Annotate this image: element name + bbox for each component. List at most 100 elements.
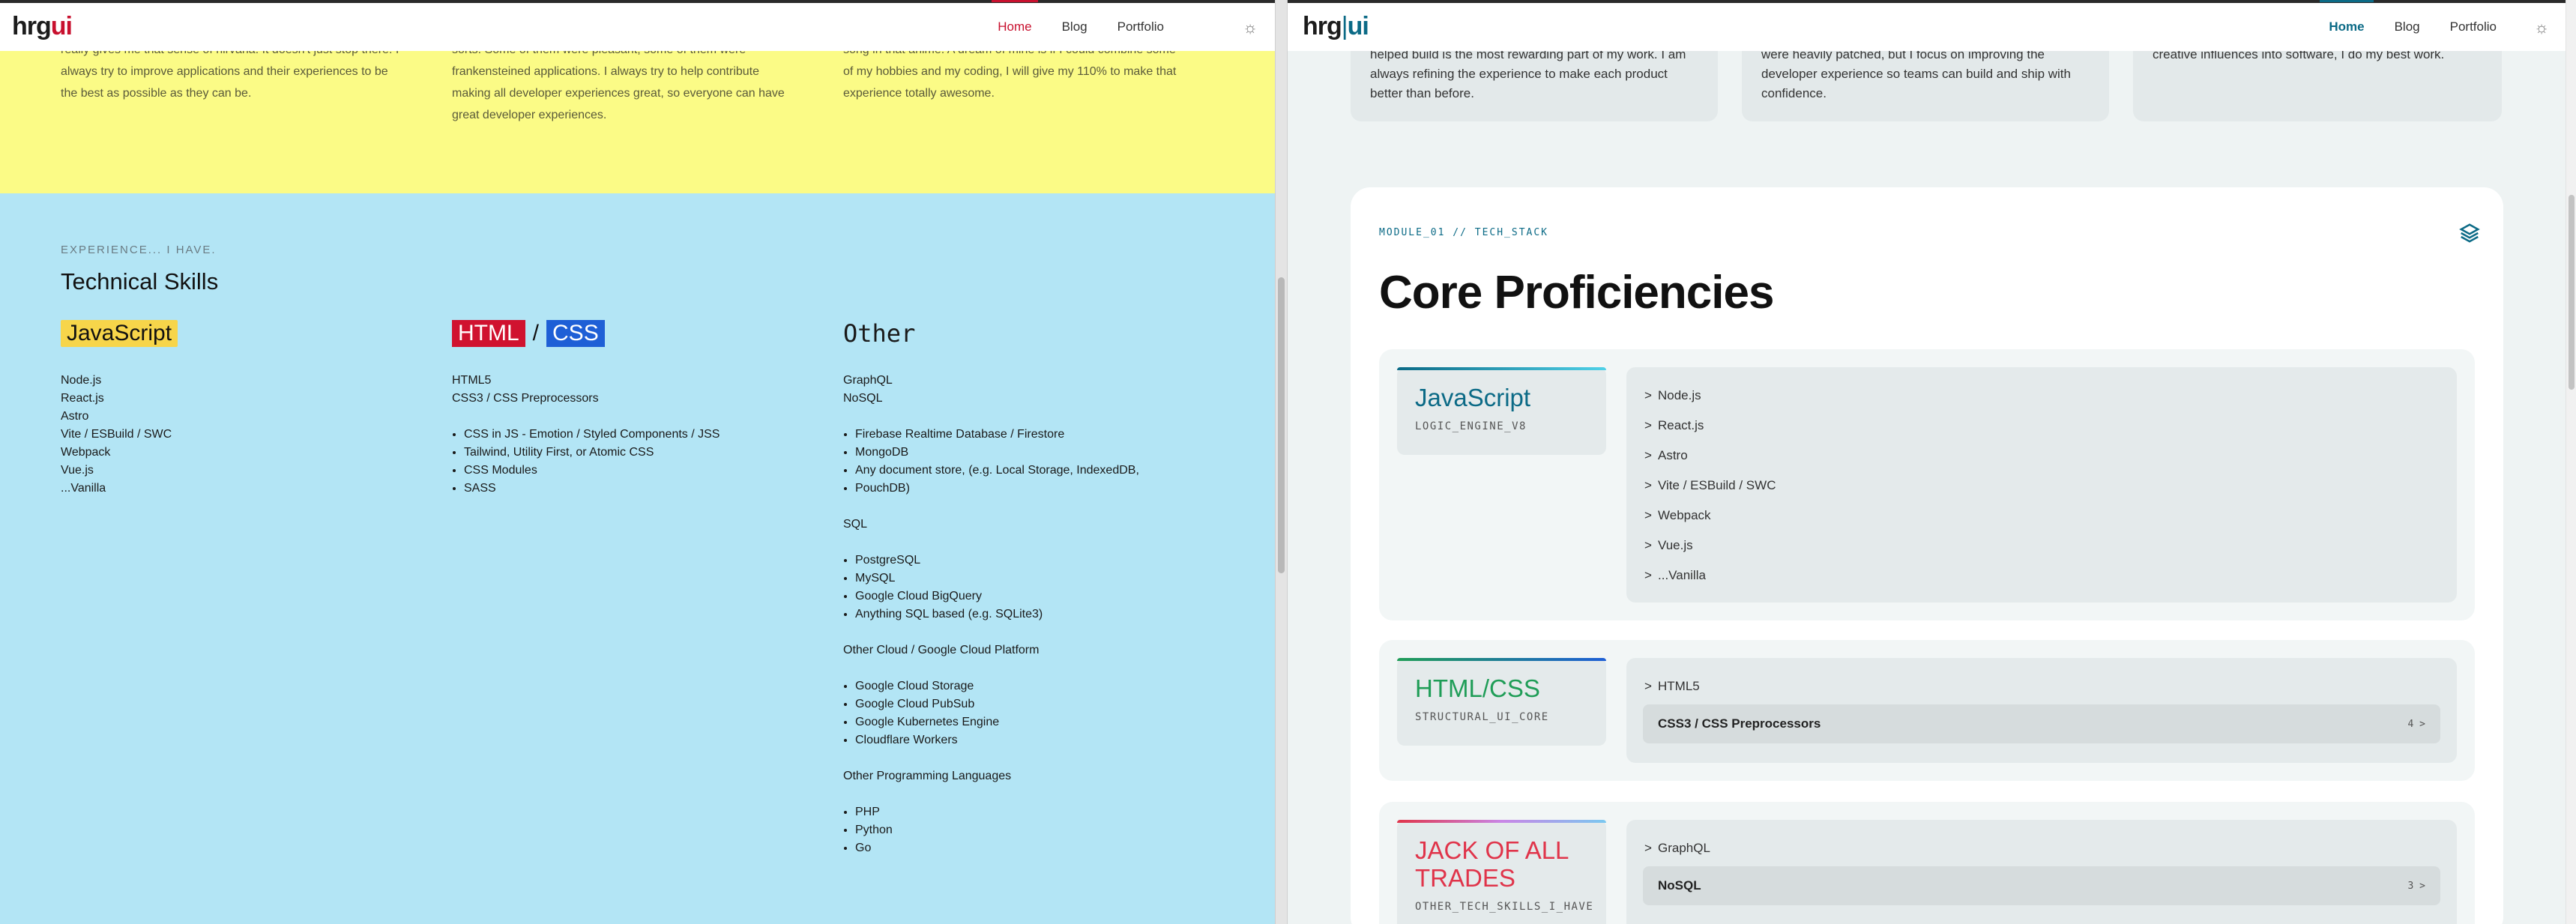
right-browser-pane: helped build is the most rewarding part … [1288, 0, 2576, 924]
nav-links: Home Blog Portfolio [2320, 0, 2497, 34]
list-item: NoSQL [843, 392, 883, 405]
list-item: Google Cloud Storage [855, 677, 1139, 695]
right-scrollbar[interactable] [2566, 0, 2576, 924]
css-badge: CSS [546, 320, 605, 347]
cloud-label: Other Cloud / Google Cloud Platform [843, 644, 1040, 656]
skill-code: OTHER_TECH_SKILLS_I_HAVE [1415, 901, 1594, 913]
site-logo[interactable]: hrgui [12, 12, 73, 41]
list-item: Any document store, (e.g. Local Storage,… [855, 462, 1139, 480]
chevron-right-icon: > [1644, 679, 1652, 693]
html-badge: HTML [452, 320, 525, 347]
left-browser-pane: really gives me that sense of nirvana. I… [0, 0, 1275, 924]
sql-sublist: PostgreSQL MySQL Google Cloud BigQuery A… [843, 552, 1139, 623]
htmlcss-list: HTML5 CSS3 / CSS Preprocessors [452, 372, 720, 408]
list-item: PostgreSQL [855, 552, 1139, 570]
list-item: CSS Modules [464, 462, 720, 480]
nav-portfolio[interactable]: Portfolio [2450, 19, 2497, 34]
htmlcss-column: HTML / CSS HTML5 CSS3 / CSS Preprocessor… [452, 313, 720, 516]
nav-portfolio[interactable]: Portfolio [1117, 19, 1164, 34]
chevron-right-icon: > [1644, 841, 1652, 855]
list-item: Astro [61, 410, 89, 423]
logo-text: hrg [1303, 12, 1342, 40]
other-column: Other GraphQL NoSQL Firebase Realtime Da… [843, 313, 1139, 875]
skill-label-card: HTML/CSS STRUCTURAL_UI_CORE [1397, 658, 1606, 746]
tech-stack-module: MODULE_01 // TECH_STACK Core Proficienci… [1351, 187, 2503, 924]
top-navbar: hrg|ui Home Blog Portfolio ☼ [1288, 0, 2566, 51]
js-column: JavaScript Node.js React.js Astro Vite /… [61, 313, 178, 498]
list-item: GraphQL [843, 374, 893, 387]
nav-home[interactable]: Home [2320, 0, 2374, 34]
list-item: Tailwind, Utility First, or Atomic CSS [464, 444, 720, 462]
site-logo[interactable]: hrg|ui [1303, 12, 1369, 41]
expand-label: NoSQL [1658, 878, 1701, 893]
scrollbar-thumb[interactable] [1278, 277, 1285, 573]
list-item: ...Vanilla [61, 482, 106, 495]
list-item: Google Cloud BigQuery [855, 588, 1139, 606]
chevron-right-icon: > [1644, 508, 1652, 522]
list-item: SASS [464, 480, 720, 498]
list-item: > HTML5 [1644, 671, 2439, 701]
chevron-right-icon: > [1644, 418, 1652, 432]
list-item: Anything SQL based (e.g. SQLite3) [855, 606, 1139, 623]
expand-count: 3 > [2407, 880, 2425, 892]
list-item: > Vue.js [1644, 531, 2439, 561]
other-list: GraphQL NoSQL [843, 372, 1139, 408]
skill-row-other: JACK OF ALL TRADES OTHER_TECH_SKILLS_I_H… [1379, 802, 2475, 924]
section-title: Technical Skills [61, 268, 219, 295]
list-item: Webpack [61, 446, 111, 459]
pane-divider-scrollbar[interactable] [1275, 0, 1288, 924]
list-item: MySQL [855, 570, 1139, 588]
skill-code: LOGIC_ENGINE_V8 [1415, 420, 1527, 432]
expand-row-nosql[interactable]: NoSQL 3 > [1643, 866, 2440, 905]
list-item: Vite / ESBuild / SWC [61, 428, 172, 441]
nosql-sublist: Firebase Realtime Database / Firestore M… [843, 426, 1139, 498]
list-item: > GraphQL [1644, 833, 2439, 863]
list-item: Go [855, 839, 1139, 857]
section-eyebrow: EXPERIENCE... I HAVE. [61, 244, 217, 256]
theme-toggle-icon[interactable]: ☼ [1243, 18, 1258, 37]
expand-row-css-preprocessors[interactable]: CSS3 / CSS Preprocessors 4 > [1643, 704, 2440, 743]
list-item: MongoDB [855, 444, 1139, 462]
list-item: HTML5 [452, 374, 492, 387]
skill-label-card: JACK OF ALL TRADES OTHER_TECH_SKILLS_I_H… [1397, 820, 1606, 924]
list-item: PouchDB) [855, 480, 1139, 498]
languages-sublist: PHP Python Go [843, 803, 1139, 857]
chevron-right-icon: > [1644, 448, 1652, 462]
expand-count: 4 > [2407, 718, 2425, 730]
chevron-right-icon: > [1644, 388, 1652, 402]
layers-icon[interactable] [2458, 222, 2481, 244]
module-title: Core Proficiencies [1379, 267, 1774, 318]
scrollbar-thumb[interactable] [2569, 195, 2575, 390]
nav-home[interactable]: Home [992, 0, 1039, 34]
list-item: React.js [61, 392, 104, 405]
list-item: Node.js [61, 374, 102, 387]
nav-blog[interactable]: Blog [1062, 19, 1088, 34]
javascript-badge: JavaScript [61, 320, 178, 347]
skill-list-card: > Node.js > React.js > Astro > Vite / ESBuil… [1626, 367, 2457, 603]
list-item: > Astro [1644, 441, 2439, 471]
skill-row-javascript: JavaScript LOGIC_ENGINE_V8 > Node.js > Rea… [1379, 349, 2475, 620]
list-item: > ...Vanilla [1644, 561, 2439, 591]
list-item: Vue.js [61, 464, 94, 477]
languages-label: Other Programming Languages [843, 770, 1012, 782]
logo-accent: ui [1347, 12, 1369, 40]
intro-text-2: sorts. Some of them were pleasant, some … [452, 39, 819, 126]
theme-toggle-icon[interactable]: ☼ [2534, 18, 2549, 37]
intro-paragraph: sorts. Some of them were pleasant, some … [452, 43, 785, 121]
logo-text: hrg [12, 12, 52, 40]
chevron-right-icon: > [1644, 538, 1652, 552]
list-item: > Node.js [1644, 381, 2439, 411]
nav-links: Home Blog Portfolio [992, 0, 1164, 34]
top-navbar: hrgui Home Blog Portfolio ☼ [0, 0, 1275, 51]
skill-label: JACK OF ALL TRADES [1415, 836, 1569, 892]
logo-accent: ui [50, 12, 73, 40]
sql-label: SQL [843, 518, 868, 531]
list-item: PHP [855, 803, 1139, 821]
nav-blog[interactable]: Blog [2395, 19, 2420, 34]
skill-row-htmlcss: HTML/CSS STRUCTURAL_UI_CORE > HTML5 CSS3 … [1379, 640, 2475, 781]
list-item: Cloudflare Workers [855, 731, 1139, 749]
list-item: > Webpack [1644, 501, 2439, 531]
css-sublist: CSS in JS - Emotion / Styled Components … [452, 426, 720, 498]
skill-list-card: > HTML5 CSS3 / CSS Preprocessors 4 > [1626, 658, 2457, 763]
list-item: > Vite / ESBuild / SWC [1644, 471, 2439, 501]
